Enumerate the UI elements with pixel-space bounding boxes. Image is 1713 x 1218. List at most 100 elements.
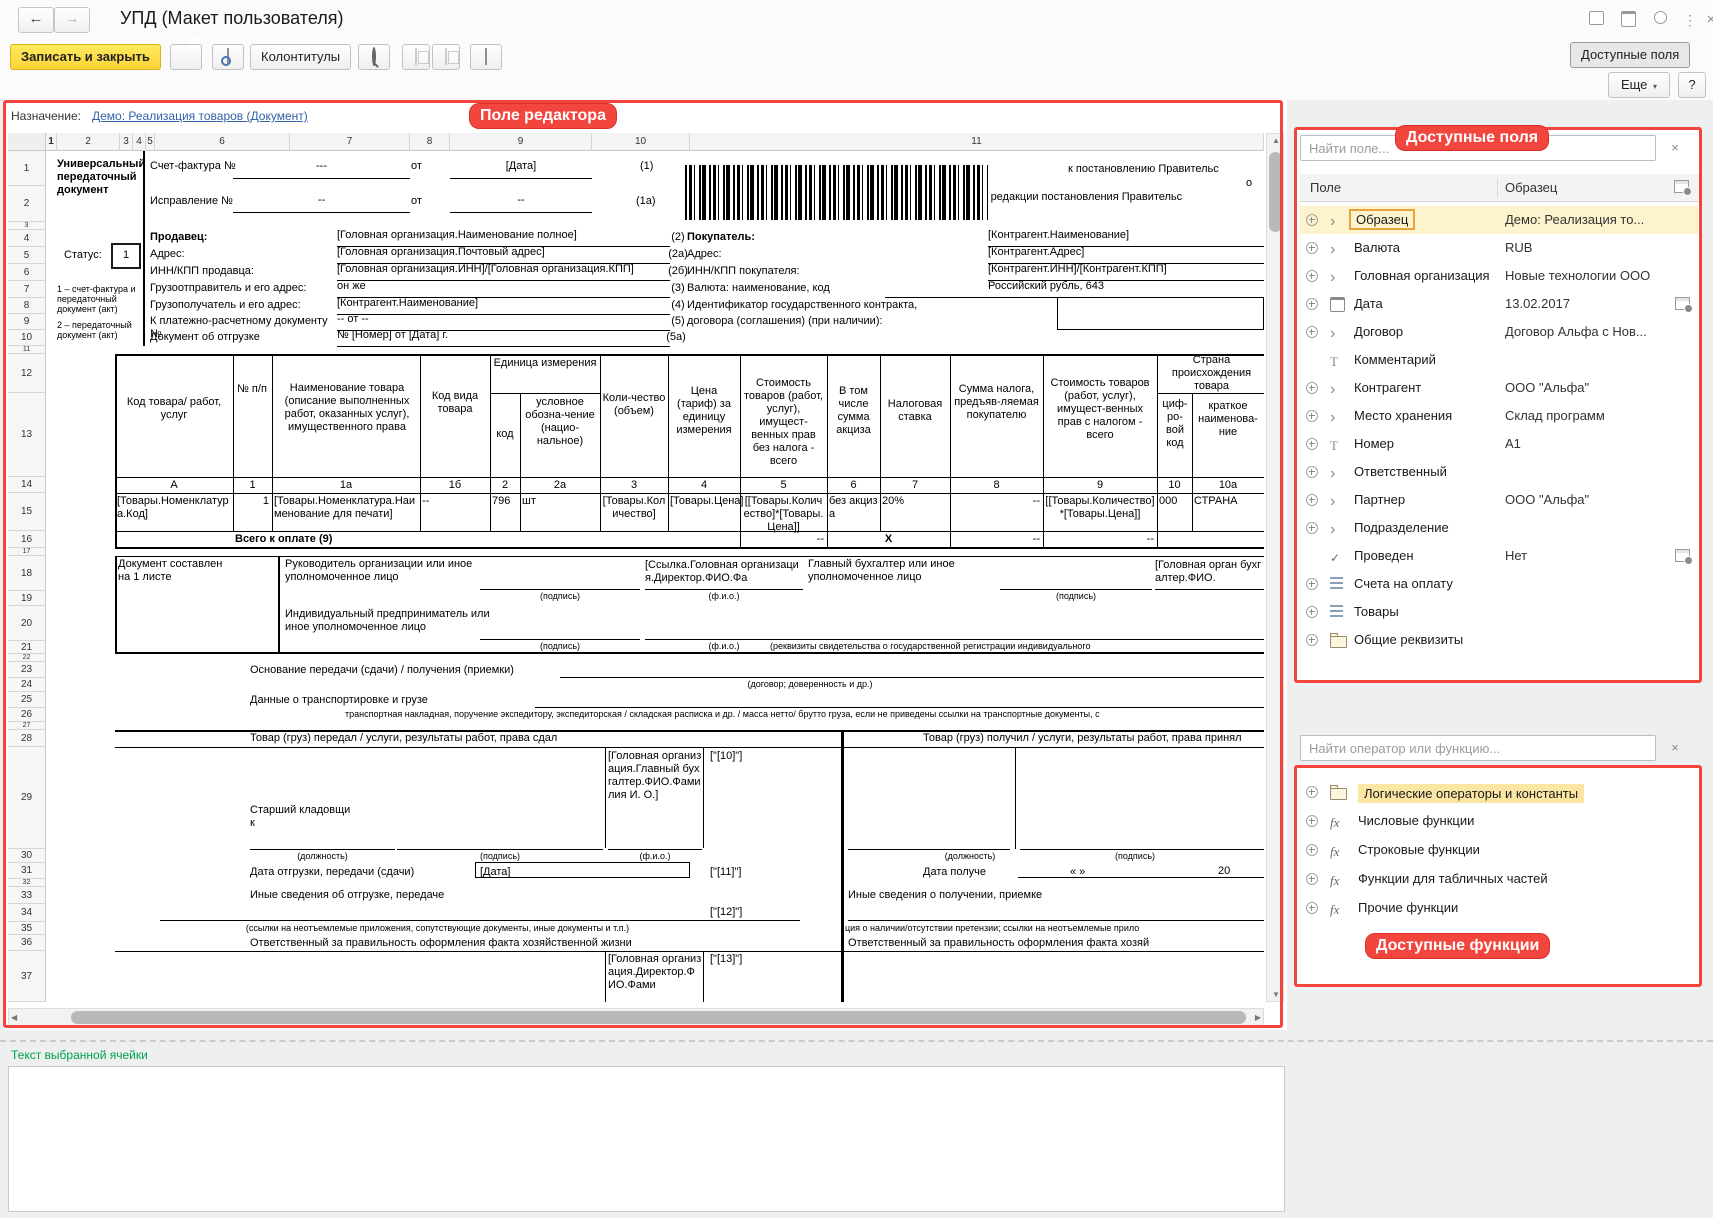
cell-buyer-inn-label[interactable]: ИНН/КПП покупателя: [687, 265, 857, 280]
cell-esc13[interactable]: ["[13]"] [710, 953, 770, 967]
cell-h-num[interactable]: № п/п [235, 383, 269, 443]
cell-v-code[interactable]: [Товары.Номенклатура.Код] [117, 495, 229, 523]
cell-v-excise[interactable]: без акциза [829, 495, 878, 521]
cell-consignee-label[interactable]: Грузополучатель и его адрес: [150, 299, 335, 314]
cell-reg-line1[interactable]: к постановлению Правительс [1068, 163, 1264, 176]
horizontal-scroll-thumb[interactable] [71, 1011, 1246, 1024]
save-icon[interactable] [1585, 11, 1607, 29]
cell-cap-basis[interactable]: (договор; доверенность и др.) [560, 679, 1060, 691]
row-header[interactable]: 2 [8, 186, 46, 222]
cell-v-rate[interactable]: 20% [882, 495, 927, 508]
column-header[interactable]: 8 [410, 133, 450, 151]
cell-transport-label[interactable]: Данные о транспортировке и грузе [250, 694, 540, 708]
grid-corner[interactable] [8, 133, 46, 151]
save-close-button[interactable]: Записать и закрыть [10, 44, 161, 70]
cell-currency-label[interactable]: Валюта: наименование, код [687, 282, 887, 297]
help-button[interactable]: ? [1678, 72, 1706, 98]
find-button[interactable] [358, 44, 390, 70]
row-header[interactable]: 35 [8, 922, 46, 935]
row-header[interactable]: 17 [8, 548, 46, 556]
column-header[interactable]: 1 [46, 133, 57, 151]
scroll-up-icon[interactable]: ▲ [1267, 136, 1285, 145]
cell-chief-label[interactable]: Главный бухгалтер или иное уполномоченно… [808, 558, 1003, 588]
cell-h-tax[interactable]: Сумма налога, предъяв-ляемая покупателю [952, 383, 1041, 445]
cell-seller-label[interactable]: Продавец: [150, 231, 280, 246]
cell-h-cost[interactable]: Стоимость товаров (работ, услуг), имущес… [742, 377, 825, 455]
cell-seller-inn-label[interactable]: ИНН/КПП продавца: [150, 265, 320, 280]
cell-shipper-value[interactable]: он же [337, 280, 670, 298]
row-header[interactable]: 31 [8, 863, 46, 879]
row-header[interactable]: 6 [8, 264, 46, 281]
cell-seller-value[interactable]: [Головная организация.Наименование полно… [337, 229, 670, 247]
cell-note2[interactable]: 2 – передаточный документ (акт) [57, 320, 145, 344]
preview-icon[interactable] [1649, 11, 1671, 29]
cell-handed-title[interactable]: Товар (груз) передал / услуги, результат… [250, 732, 720, 746]
cell-c-2[interactable]: 2 [490, 479, 520, 492]
cell-h-price[interactable]: Цена (тариф) за единицу измерения [670, 385, 738, 445]
assignment-link[interactable]: Демо: Реализация товаров (Документ) [92, 109, 308, 123]
row-header[interactable]: 20 [8, 606, 46, 641]
print-icon[interactable] [1617, 11, 1639, 29]
cell-h-country-name[interactable]: краткое наименова-ние [1194, 400, 1262, 445]
cell-c-6[interactable]: 6 [827, 479, 880, 492]
cell-h-unit-code[interactable]: код [492, 428, 518, 454]
cell-responsible-label2[interactable]: Ответственный за правильность оформления… [848, 937, 1264, 951]
row-header[interactable]: 1 [8, 151, 46, 186]
cell-utd-title[interactable]: Универсальный передаточный документ [57, 158, 145, 222]
row-header[interactable]: 36 [8, 935, 46, 951]
row-header[interactable]: 5 [8, 247, 46, 264]
row-header[interactable]: 21 [8, 641, 46, 654]
row-header[interactable]: 24 [8, 678, 46, 692]
row-header[interactable]: 7 [8, 281, 46, 298]
column-header[interactable]: 6 [155, 133, 290, 151]
cell-v-country-code[interactable]: 000 [1159, 495, 1191, 508]
cell-gov-contract-line2[interactable]: договора (соглашения) (при наличии): [687, 315, 1032, 330]
cell-v-tax[interactable]: -- [950, 495, 1040, 508]
row-header[interactable]: 16 [8, 531, 46, 548]
cell-cap-sign[interactable]: (подпись) [480, 591, 640, 603]
column-header[interactable]: 3 [120, 133, 133, 151]
page-view-button[interactable] [470, 44, 502, 70]
cell-invoice-no[interactable]: --- [233, 160, 410, 179]
cell-head-label[interactable]: Руководитель организации или иное уполно… [285, 558, 490, 588]
cell-sheets-note[interactable]: Документ составлен на 1 листе [118, 558, 228, 603]
cell-responsible-label[interactable]: Ответственный за правильность оформления… [250, 937, 730, 951]
column-header[interactable]: 5 [146, 133, 155, 151]
column-header[interactable]: 4 [133, 133, 146, 151]
cell-h-code[interactable]: Код товара/ работ, услуг [117, 396, 231, 426]
cell-gov-contract-line1[interactable]: Идентификатор государственного контракта… [687, 299, 1032, 314]
print-preview-button[interactable] [212, 44, 244, 70]
cell-v-country-name[interactable]: СТРАНА [1194, 495, 1262, 508]
row-header[interactable]: 30 [8, 849, 46, 863]
cell-mark1[interactable]: (1) [640, 160, 680, 175]
cell-c-2a[interactable]: 2а [520, 479, 600, 492]
row-header[interactable]: 37 [8, 951, 46, 1002]
cell-storekeeper[interactable]: Старший кладовщик [250, 804, 355, 832]
cell-total-tax[interactable]: -- [950, 533, 1040, 547]
cell-v-unit-sym[interactable]: шт [522, 495, 562, 508]
row-header[interactable]: 23 [8, 662, 46, 678]
cell-cap-fio[interactable]: (ф.и.о.) [645, 591, 803, 603]
cell-c-7[interactable]: 7 [880, 479, 950, 492]
close-icon[interactable]: × [1700, 11, 1713, 29]
forward-button[interactable]: → [54, 7, 90, 33]
selected-cell-text-area[interactable] [8, 1066, 1285, 1212]
horizontal-scrollbar[interactable]: ◀ ▶ [8, 1008, 1264, 1026]
cell-shipper-label[interactable]: Грузоотправитель и его адрес: [150, 282, 335, 297]
cell-total-cost-tax[interactable]: -- [1043, 533, 1154, 547]
cell-ot1[interactable]: от [411, 160, 435, 175]
scroll-down-icon[interactable]: ▼ [1267, 990, 1285, 999]
row-header[interactable]: 28 [8, 730, 46, 747]
barcode[interactable] [685, 165, 988, 220]
cell-buyer-inn-value[interactable]: [Контрагент.ИНН]/[Контрагент.КПП] [988, 263, 1264, 281]
cell-v-price[interactable]: [Товары.Цена] [670, 495, 738, 509]
cell-h-qty[interactable]: Коли-чество (объем) [602, 392, 666, 437]
cell-total-label[interactable]: Всего к оплате (9) [235, 533, 485, 547]
cell-correction-date[interactable]: -- [450, 194, 592, 213]
row-header[interactable]: 22 [8, 654, 46, 662]
cell-ip-label[interactable]: Индивидуальный предприниматель или иное … [285, 608, 500, 638]
row-header[interactable]: 29 [8, 747, 46, 849]
save-button[interactable] [170, 44, 202, 70]
cell-buyer-value[interactable]: [Контрагент.Наименование] [988, 229, 1264, 247]
cell-cap-sign[interactable]: (подпись) [1060, 851, 1210, 863]
